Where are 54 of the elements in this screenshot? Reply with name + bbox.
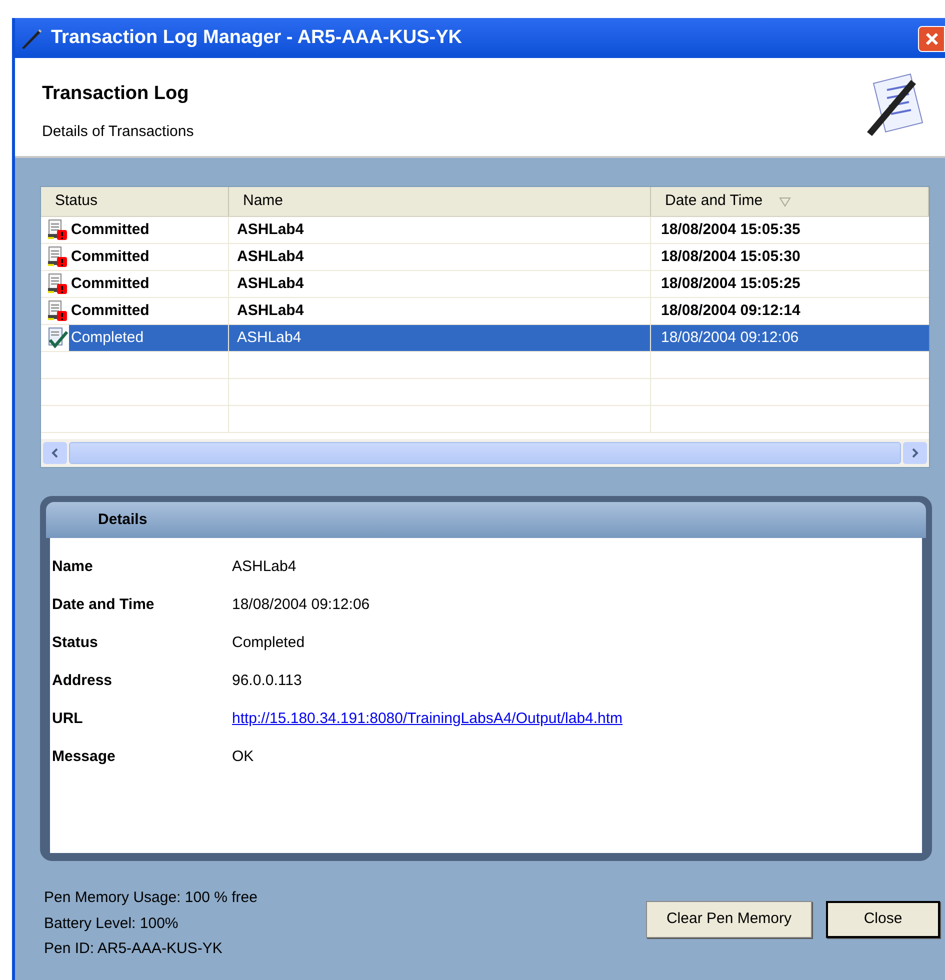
column-header[interactable]: Status: [41, 187, 229, 216]
table-cell-text: 18/08/2004 15:05:30: [660, 246, 802, 267]
table-cell: 18/08/2004 09:12:06: [651, 325, 929, 351]
document-warning-icon: [47, 246, 69, 268]
field-label: Date and Time: [52, 594, 156, 615]
field-label: URL: [52, 708, 84, 729]
document-warning-icon: [47, 273, 69, 295]
scroll-left-button[interactable]: [43, 442, 67, 464]
table-row[interactable]: Committed ASHLab4 18/08/2004 15:05:30: [41, 244, 929, 271]
field-value: 18/08/2004 09:12:06: [232, 594, 370, 615]
document-check-icon: [47, 327, 69, 349]
document-warning-icon: [47, 219, 69, 241]
table-cell-text: 18/08/2004 09:12:14: [660, 300, 802, 321]
table-cell-text: Committed: [70, 300, 150, 321]
field-value: 96.0.0.113: [232, 670, 302, 691]
field-label: Status: [52, 632, 99, 653]
document-warning-icon: [47, 300, 69, 322]
header-subtitle: Details of Transactions: [42, 122, 194, 142]
status-text: Pen ID: AR5-AAA-KUS-YK: [44, 939, 224, 959]
field-value: Completed: [232, 632, 305, 653]
close-button[interactable]: Close: [826, 901, 940, 938]
column-header[interactable]: Date and Time: [651, 187, 929, 216]
horizontal-scrollbar[interactable]: [41, 439, 929, 467]
table-cell: ASHLab4: [229, 325, 651, 351]
table-cell: Completed: [69, 325, 228, 351]
table-cell: ASHLab4: [229, 298, 651, 324]
field-label: Message: [52, 746, 116, 767]
close-icon: [924, 32, 938, 46]
table-cell-text: Committed: [70, 246, 150, 267]
scroll-right-button[interactable]: [903, 442, 927, 464]
column-header[interactable]: Name: [229, 187, 651, 216]
field-label: Address: [52, 670, 114, 691]
table-cell-text: 18/08/2004 15:05:25: [660, 274, 802, 294]
header-title: Transaction Log: [42, 82, 190, 106]
table-row[interactable]: Committed ASHLab4 18/08/2004 15:05:25: [41, 271, 929, 298]
table-row[interactable]: Committed ASHLab4 18/08/2004 15:05:35: [41, 217, 929, 244]
status-text: Pen Memory Usage: 100 % free: [44, 888, 258, 908]
table-cell: ASHLab4: [229, 244, 651, 270]
clear-memory-button[interactable]: Clear Pen Memory: [646, 901, 812, 938]
table-cell-text: 18/08/2004 15:05:35: [660, 220, 802, 240]
field-value: ASHLab4: [232, 556, 296, 577]
url-link[interactable]: http://15.180.34.191:8080/TrainingLabsA4/Output/lab4.htm: [232, 708, 623, 730]
status-text: Battery Level: 100%: [44, 914, 180, 934]
details-title: Details: [98, 510, 148, 530]
table-cell: ASHLab4: [229, 217, 651, 243]
table-row[interactable]: Completed ASHLab4 18/08/2004 09:12:06: [41, 325, 929, 352]
table-cell-text: Committed: [70, 220, 150, 240]
field-value: OK: [232, 746, 254, 767]
field-label: Name: [52, 556, 94, 577]
window-title: Transaction Log Manager - AR5-AAA-KUS-YK: [51, 26, 462, 50]
table-cell: ASHLab4: [229, 271, 651, 297]
scrollbar-thumb[interactable]: [69, 442, 901, 464]
close-button[interactable]: [918, 26, 945, 52]
table-cell-text: Committed: [70, 274, 150, 294]
